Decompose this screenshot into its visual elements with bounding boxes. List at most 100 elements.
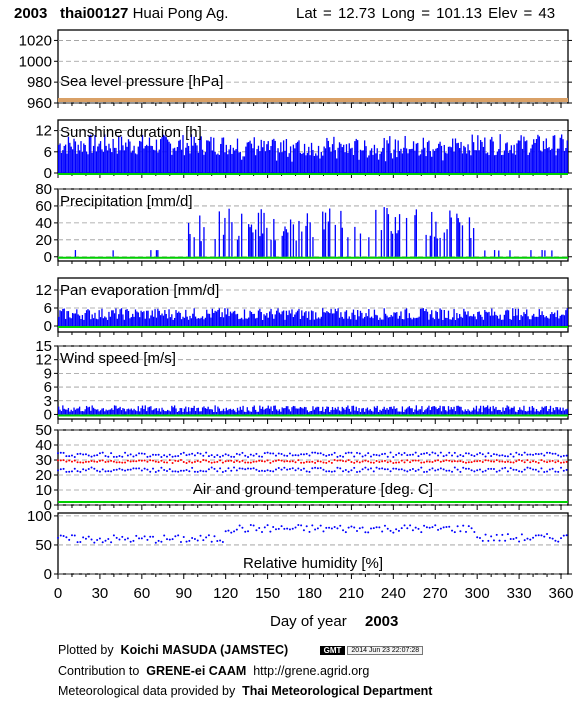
- bar: [263, 212, 265, 257]
- bar: [323, 312, 325, 326]
- mean-temp-point: [152, 459, 155, 462]
- bar: [253, 137, 255, 173]
- bar: [182, 411, 184, 415]
- bar: [459, 406, 461, 415]
- bar: [510, 407, 513, 415]
- mean-temp-point: [283, 460, 286, 463]
- bar: [204, 317, 207, 326]
- bar: [243, 156, 246, 173]
- bar: [166, 318, 169, 326]
- bar: [171, 314, 173, 326]
- max-temp-point: [112, 455, 115, 458]
- bar: [236, 138, 239, 173]
- mean-temp-point: [191, 461, 194, 464]
- bar: [405, 148, 408, 173]
- bar: [185, 309, 187, 326]
- mean-temp-point: [392, 461, 395, 464]
- bar: [173, 317, 176, 326]
- max-temp-point: [294, 454, 297, 457]
- bar: [565, 148, 567, 173]
- bar: [313, 155, 315, 173]
- bar: [208, 141, 211, 173]
- min-temp-point: [286, 468, 289, 471]
- bar: [224, 217, 226, 257]
- bar: [390, 153, 392, 173]
- humidity-point: [397, 529, 400, 532]
- bar: [299, 152, 302, 173]
- min-temp-point: [101, 468, 104, 471]
- bar: [262, 233, 264, 257]
- bar: [305, 225, 307, 257]
- max-temp-point: [104, 454, 107, 457]
- bar: [273, 405, 275, 415]
- min-temp-point: [115, 468, 118, 471]
- max-temp-point: [233, 455, 236, 458]
- humidity-point: [221, 541, 224, 544]
- bar: [243, 309, 246, 326]
- humidity-point: [316, 527, 319, 530]
- min-temp-point: [174, 470, 177, 473]
- bar: [140, 310, 142, 326]
- min-temp-point: [227, 467, 230, 470]
- max-temp-point: [62, 451, 65, 454]
- max-temp-point: [389, 451, 392, 454]
- humidity-point: [428, 526, 431, 529]
- bar: [67, 407, 70, 415]
- humidity-point: [302, 529, 305, 532]
- bar: [475, 405, 478, 415]
- humidity-point: [118, 538, 121, 541]
- bar: [70, 146, 72, 173]
- max-temp-point: [339, 454, 342, 457]
- bar: [168, 309, 170, 326]
- bar: [302, 315, 304, 326]
- bar: [415, 405, 417, 415]
- max-temp-point: [283, 454, 286, 457]
- bar: [249, 227, 251, 257]
- y-tick-label: 50: [35, 422, 52, 439]
- humidity-point: [196, 539, 199, 542]
- bar: [320, 151, 322, 173]
- bar: [499, 134, 501, 173]
- bar: [266, 144, 268, 173]
- bar: [144, 318, 146, 326]
- max-temp-point: [333, 451, 336, 454]
- bar: [173, 147, 176, 173]
- bar: [225, 407, 227, 415]
- max-temp-point: [165, 455, 168, 458]
- humidity-point: [375, 526, 378, 529]
- bar: [231, 222, 233, 257]
- max-temp-point: [135, 454, 138, 457]
- max-temp-point: [300, 453, 303, 456]
- bar: [70, 409, 72, 415]
- bar: [372, 154, 374, 173]
- bar: [275, 409, 278, 415]
- bar: [252, 232, 254, 257]
- bar: [364, 411, 366, 415]
- bar: [175, 408, 177, 415]
- bar: [431, 406, 433, 415]
- humidity-point: [358, 527, 361, 530]
- y-tick-label: 40: [35, 215, 52, 232]
- min-temp-point: [59, 468, 62, 471]
- humidity-point: [400, 527, 403, 530]
- bar: [73, 313, 75, 326]
- min-temp-point: [411, 468, 414, 471]
- bar: [186, 316, 188, 326]
- humidity-point: [138, 537, 141, 540]
- bar: [291, 407, 293, 415]
- humidity-point: [82, 536, 85, 539]
- max-temp-point: [548, 451, 551, 454]
- bar: [396, 408, 398, 415]
- bar: [249, 411, 251, 415]
- min-temp-point: [344, 469, 347, 472]
- max-temp-point: [121, 455, 124, 458]
- humidity-point: [277, 527, 280, 530]
- bar: [90, 319, 92, 326]
- bar: [139, 411, 141, 415]
- bar: [370, 316, 373, 326]
- bar: [450, 217, 452, 257]
- bar: [457, 142, 459, 173]
- max-temp-point: [501, 454, 504, 457]
- min-temp-point: [112, 468, 115, 471]
- humidity-point: [364, 531, 367, 534]
